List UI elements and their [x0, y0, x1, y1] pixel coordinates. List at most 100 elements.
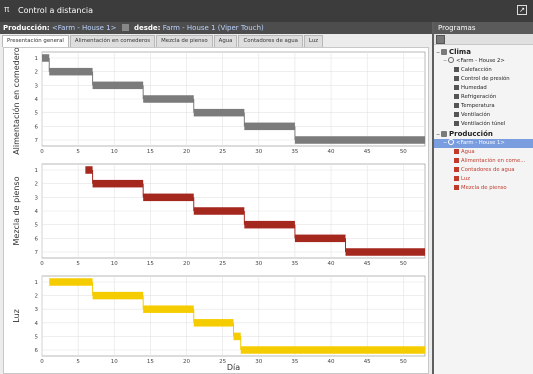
x-tick-label: 15 [147, 359, 154, 365]
production-label: Producción: [3, 24, 50, 32]
tab-alimentacion-comederos[interactable]: Alimentación en comederos [69, 35, 156, 47]
farm-icon [448, 57, 454, 63]
programs-tree: − Clima − <Farm - House 2> Calefacción Con… [434, 45, 533, 193]
x-tick-label: 45 [364, 149, 371, 155]
tree-farm-house-1[interactable]: − <Farm - House 1> [434, 139, 533, 148]
x-tick-label: 5 [76, 149, 80, 155]
x-tick-label: 15 [147, 149, 154, 155]
tree-farm-house-2[interactable]: − <Farm - House 2> [434, 57, 533, 66]
tree-item-calefaccion[interactable]: Calefacción [434, 66, 533, 75]
step-bar [49, 278, 93, 286]
folder-icon [441, 49, 447, 55]
production-bar: Producción: <Farm - House 1> desde: Farm… [0, 22, 432, 34]
tree-group-clima[interactable]: − Clima [434, 47, 533, 57]
x-tick-label: 10 [111, 359, 118, 365]
tab-presentacion-general[interactable]: Presentación general [2, 35, 69, 47]
y-tick-label: 2 [35, 70, 39, 76]
y-tick-label: 4 [35, 321, 39, 327]
fan-icon [454, 112, 459, 117]
tree-item-ventilacion[interactable]: Ventilación [434, 111, 533, 120]
popout-window-icon[interactable]: ↗ [517, 5, 527, 15]
tree-item-alimentacion[interactable]: Alimentación en come... [434, 157, 533, 166]
x-tick-label: 35 [291, 359, 298, 365]
x-tick-label: 35 [291, 261, 298, 267]
feed-mix-icon [454, 185, 459, 190]
y-axis-label: Mezcla de pienso [12, 176, 21, 245]
x-tick-label: 5 [76, 359, 80, 365]
tab-luz[interactable]: Luz [303, 35, 324, 47]
tab-agua[interactable]: Agua [213, 35, 238, 47]
x-tick-label: 25 [219, 149, 226, 155]
step-bar [143, 193, 194, 202]
y-tick-label: 6 [35, 236, 39, 242]
tab-strip: Presentación general Alimentación en com… [2, 35, 324, 47]
y-tick-label: 3 [35, 307, 39, 313]
from-value: Farm - House 1 (Viper Touch) [162, 24, 264, 32]
app-logo-icon: π [4, 5, 10, 15]
step-bar [92, 179, 144, 188]
step-bar [49, 67, 93, 76]
production-value[interactable]: <Farm - House 1> [52, 24, 117, 32]
step-bar [85, 166, 93, 174]
step-bar [193, 319, 234, 327]
x-tick-label: 30 [255, 359, 262, 365]
y-tick-label: 3 [35, 195, 39, 201]
tree-item-ventilacion-tunel[interactable]: Ventilación túnel [434, 120, 533, 129]
y-axis-label: Alimentación en comederos [11, 48, 21, 155]
collapse-button[interactable] [436, 35, 445, 44]
pressure-icon [454, 76, 459, 81]
step-bar [42, 54, 50, 62]
heater-icon [454, 67, 459, 72]
tree-group-produccion[interactable]: − Producción [434, 129, 533, 139]
water-icon [454, 149, 459, 154]
x-tick-label: 50 [400, 359, 407, 365]
tab-contadores-agua[interactable]: Contadores de agua [238, 35, 303, 47]
water-meter-icon [454, 167, 459, 172]
step-charts: 0 5 10 15 20 25 30 35 40 45 501234567Alimentación … [11, 48, 426, 372]
x-tick-label: 20 [183, 261, 190, 267]
light-icon [454, 176, 459, 181]
x-tick-label: 0 [40, 359, 44, 365]
y-tick-label: 3 [35, 83, 39, 89]
x-tick-label: 15 [147, 261, 154, 267]
tree-item-refrigeracion[interactable]: Refrigeración [434, 93, 533, 102]
y-tick-label: 2 [35, 182, 39, 188]
chart-area: 0 5 10 15 20 25 30 35 40 45 50 1 2 3 4 5 6 7 Alimentación … [3, 47, 429, 374]
x-tick-label: 5 [76, 261, 80, 267]
programs-panel: Programas − Clima − <Farm - House 2> Calef… [434, 22, 533, 374]
tree-item-control-presion[interactable]: Control de presión [434, 75, 533, 84]
step-bar [143, 305, 194, 313]
x-tick-label: 50 [400, 149, 407, 155]
tree-item-agua[interactable]: Agua [434, 148, 533, 157]
humidity-icon [454, 85, 459, 90]
tree-item-humedad[interactable]: Humedad [434, 84, 533, 93]
tab-mezcla-pienso[interactable]: Mezcla de pienso [156, 35, 213, 47]
x-tick-label: 20 [183, 359, 190, 365]
x-tick-label: 45 [364, 261, 371, 267]
tree-item-contadores-agua[interactable]: Contadores de agua [434, 166, 533, 175]
step-bar [143, 95, 194, 103]
y-tick-label: 1 [35, 56, 39, 62]
plot-frame [41, 275, 426, 357]
step-bar [294, 136, 425, 144]
device-icon [121, 24, 129, 31]
tree-item-temperatura[interactable]: Temperatura [434, 102, 533, 111]
y-tick-label: 1 [35, 168, 39, 174]
x-tick-label: 30 [255, 149, 262, 155]
x-tick-label: 20 [183, 149, 190, 155]
x-tick-label: 10 [111, 261, 118, 267]
x-tick-label: 40 [328, 149, 335, 155]
y-tick-label: 7 [35, 250, 39, 256]
x-tick-label: 35 [291, 149, 298, 155]
y-tick-label: 2 [35, 294, 39, 300]
tree-item-mezcla-pienso[interactable]: Mezcla de pienso [434, 184, 533, 193]
step-bar [193, 108, 245, 117]
main-panel: Producción: <Farm - House 1> desde: Farm… [0, 22, 432, 374]
y-axis-label: Luz [12, 309, 21, 323]
x-tick-label: 0 [40, 261, 44, 267]
tree-item-luz[interactable]: Luz [434, 175, 533, 184]
title-bar: π Control a distancia ↗ [0, 0, 533, 22]
y-tick-label: 5 [35, 223, 39, 229]
step-bar [244, 220, 295, 229]
y-tick-label: 4 [35, 97, 39, 103]
